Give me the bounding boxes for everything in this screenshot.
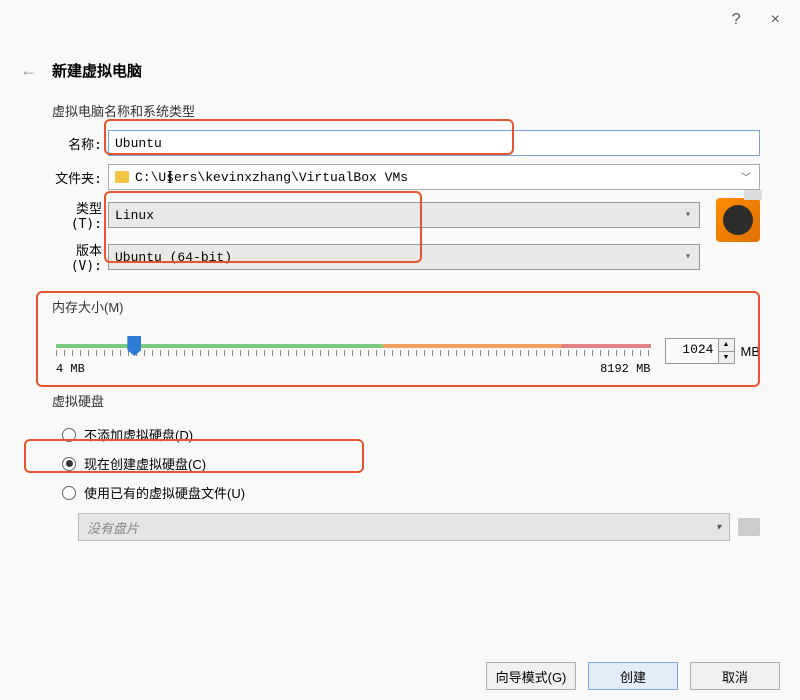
radio-no-disk-label: 不添加虚拟硬盘(D) bbox=[84, 425, 193, 444]
create-button[interactable]: 创建 bbox=[588, 662, 678, 690]
radio-icon bbox=[62, 428, 76, 442]
section-name-os-title: 虚拟电脑名称和系统类型 bbox=[48, 101, 760, 120]
radio-icon bbox=[62, 486, 76, 500]
chevron-down-icon: ﹀ bbox=[741, 169, 751, 185]
radio-icon bbox=[62, 457, 76, 471]
folder-label: 文件夹: bbox=[48, 168, 108, 187]
memory-slider[interactable] bbox=[56, 336, 651, 356]
dialog-title: 新建虚拟电脑 bbox=[52, 60, 142, 81]
memory-value: 1024 bbox=[666, 339, 718, 363]
chevron-down-icon: ▾ bbox=[685, 251, 691, 263]
version-label: 版本(V): bbox=[48, 240, 108, 274]
name-label: 名称: bbox=[48, 134, 108, 153]
spin-down-icon[interactable]: ▼ bbox=[719, 352, 734, 364]
disk-file-placeholder: 没有盘片 bbox=[87, 518, 139, 537]
guided-mode-button[interactable]: 向导模式(G) bbox=[486, 662, 576, 690]
type-combo[interactable]: Linux ▾ bbox=[108, 202, 700, 228]
memory-spinbox[interactable]: 1024 ▲ ▼ bbox=[665, 338, 735, 364]
spin-up-icon[interactable]: ▲ bbox=[719, 339, 734, 352]
memory-min-label: 4 MB bbox=[56, 362, 85, 376]
section-memory-title: 内存大小(M) bbox=[48, 297, 760, 316]
folder-icon bbox=[115, 171, 129, 183]
disk-file-combo: 没有盘片 ▾ bbox=[78, 513, 730, 541]
radio-existing-disk-label: 使用已有的虚拟硬盘文件(U) bbox=[84, 483, 245, 502]
back-arrow-icon[interactable]: ← bbox=[20, 60, 38, 81]
name-input[interactable] bbox=[108, 130, 760, 156]
text-cursor-icon bbox=[167, 169, 179, 187]
os-logo-icon bbox=[716, 198, 760, 242]
radio-existing-disk[interactable]: 使用已有的虚拟硬盘文件(U) bbox=[48, 478, 760, 507]
section-disk-title: 虚拟硬盘 bbox=[48, 391, 760, 410]
folder-combo[interactable]: C:\Users\kevinxzhang\VirtualBox VMs ﹀ bbox=[108, 164, 760, 190]
chevron-down-icon: ▾ bbox=[685, 209, 691, 221]
type-label: 类型(T): bbox=[48, 198, 108, 232]
type-value: Linux bbox=[115, 208, 154, 223]
close-icon[interactable]: × bbox=[771, 11, 780, 29]
chevron-down-icon: ▾ bbox=[716, 522, 721, 533]
radio-create-disk-label: 现在创建虚拟硬盘(C) bbox=[84, 454, 206, 473]
radio-create-disk[interactable]: 现在创建虚拟硬盘(C) bbox=[48, 449, 760, 478]
cancel-button[interactable]: 取消 bbox=[690, 662, 780, 690]
version-combo[interactable]: Ubuntu (64-bit) ▾ bbox=[108, 244, 700, 270]
memory-max-label: 8192 MB bbox=[600, 362, 650, 376]
browse-disk-icon[interactable] bbox=[738, 518, 760, 536]
help-icon[interactable]: ? bbox=[732, 11, 741, 29]
radio-no-disk[interactable]: 不添加虚拟硬盘(D) bbox=[48, 420, 760, 449]
version-value: Ubuntu (64-bit) bbox=[115, 250, 232, 265]
memory-unit: MB bbox=[741, 344, 761, 359]
